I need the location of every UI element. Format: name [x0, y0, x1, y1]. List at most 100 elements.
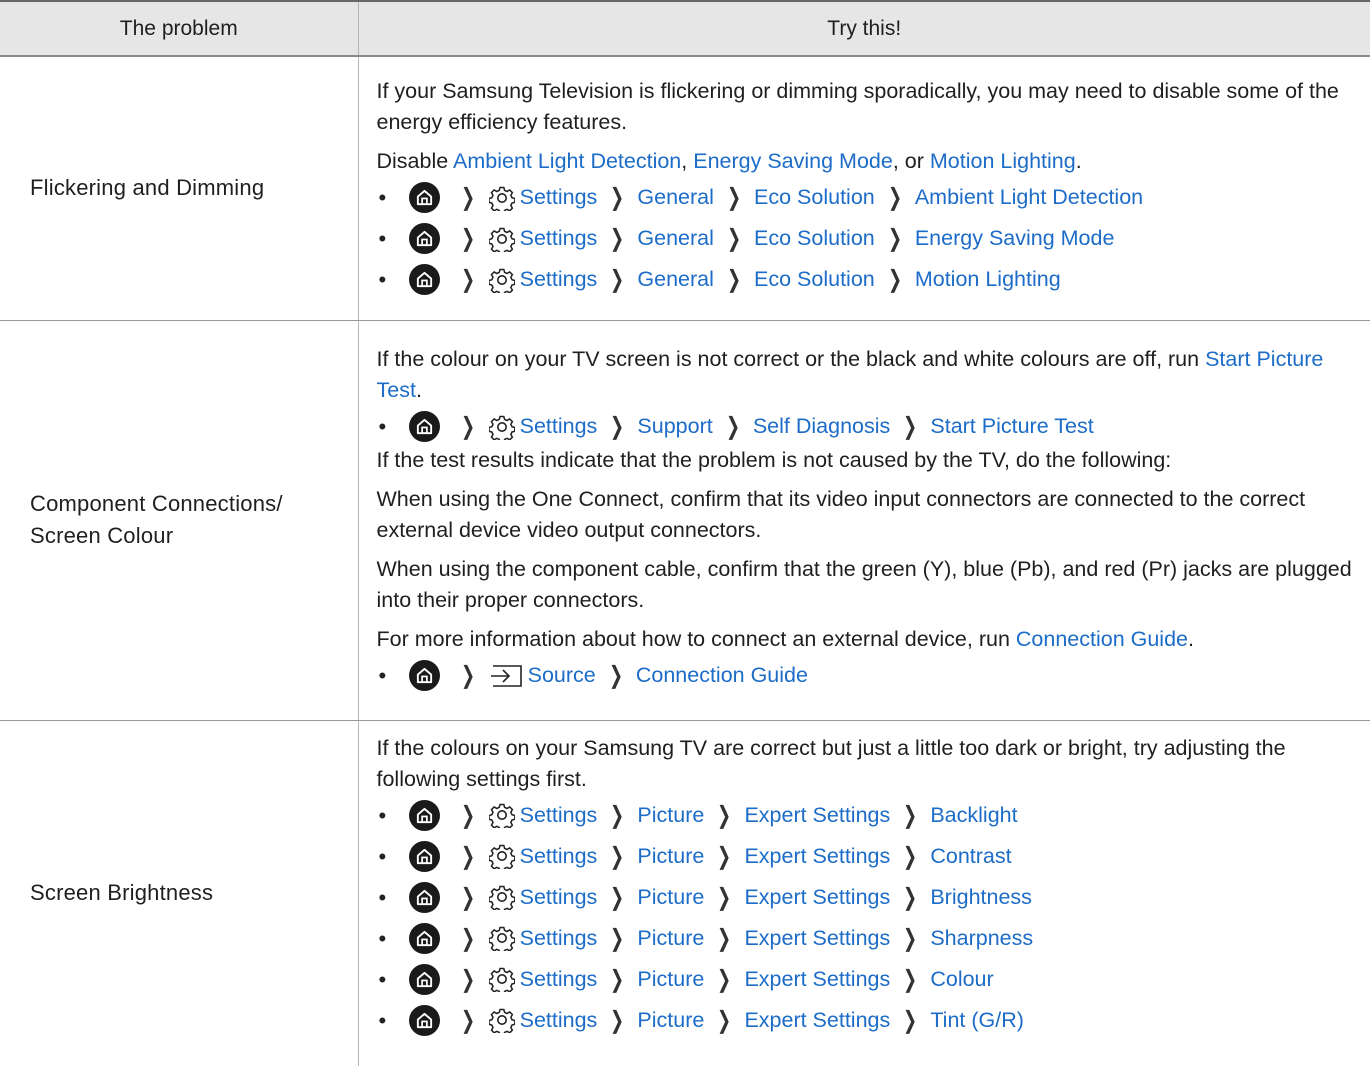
menu-path-item[interactable]: Eco Solution — [754, 223, 875, 254]
connection-guide-link[interactable]: Connection Guide — [1016, 627, 1188, 651]
home-icon — [408, 963, 440, 995]
energy-saving-mode-link[interactable]: Energy Saving Mode — [693, 149, 893, 173]
menu-path-item[interactable]: Settings — [520, 964, 598, 995]
menu-path-item[interactable]: Expert Settings — [744, 923, 890, 954]
menu-path-item[interactable]: Settings — [520, 182, 598, 213]
menu-path-item[interactable]: Sharpness — [930, 923, 1033, 954]
menu-path-item[interactable]: Expert Settings — [744, 882, 890, 913]
problem-text: Component Connections/ — [30, 491, 283, 516]
source-icon — [488, 662, 524, 690]
bullet-icon: • — [378, 966, 387, 992]
bullet-icon: • — [378, 185, 387, 211]
menu-path: • ❯ Settings ❯ Support ❯ Self Diagnosis ❯ Start … — [377, 406, 1357, 447]
menu-path-item[interactable]: Settings — [520, 264, 598, 295]
menu-path-item[interactable]: Expert Settings — [744, 841, 890, 872]
solution-cell: If the colour on your TV screen is not c… — [358, 320, 1370, 721]
menu-path-item[interactable]: Settings — [520, 800, 598, 831]
menu-path-item[interactable]: Support — [637, 411, 712, 442]
menu-path-item[interactable]: Settings — [520, 223, 598, 254]
menu-path-item[interactable]: General — [637, 182, 714, 213]
chevron-right-icon: ❯ — [460, 923, 475, 952]
menu-path-item[interactable]: Expert Settings — [744, 1005, 890, 1036]
chevron-right-icon: ❯ — [460, 183, 475, 212]
chevron-right-icon: ❯ — [717, 1005, 732, 1034]
motion-lighting-link[interactable]: Motion Lighting — [930, 149, 1076, 173]
menu-path-item[interactable]: Colour — [930, 964, 993, 995]
menu-path-item[interactable]: Picture — [637, 841, 704, 872]
menu-path-item[interactable]: Backlight — [930, 800, 1017, 831]
chevron-right-icon: ❯ — [460, 1005, 475, 1034]
menu-path-item[interactable]: Picture — [637, 800, 704, 831]
menu-path-item[interactable]: Motion Lighting — [915, 264, 1061, 295]
menu-path-item[interactable]: General — [637, 264, 714, 295]
paragraph: If the colours on your Samsung TV are co… — [376, 735, 1286, 791]
menu-path-item[interactable]: Settings — [520, 411, 598, 442]
menu-path-item[interactable]: Source — [528, 660, 596, 691]
chevron-right-icon: ❯ — [460, 882, 475, 911]
solution-cell: If your Samsung Television is flickering… — [358, 56, 1370, 321]
chevron-right-icon: ❯ — [717, 882, 732, 911]
text: Disable — [376, 149, 453, 174]
menu-path-item[interactable]: Settings — [520, 841, 598, 872]
column-header-try-this: Try this! — [358, 0, 1370, 57]
chevron-right-icon: ❯ — [903, 412, 918, 440]
menu-path-item[interactable]: Contrast — [930, 841, 1011, 872]
menu-path-item[interactable]: Energy Saving Mode — [915, 223, 1115, 254]
chevron-right-icon: ❯ — [610, 265, 625, 294]
menu-path-item[interactable]: Start Picture Test — [930, 411, 1093, 442]
chevron-right-icon: ❯ — [887, 265, 902, 294]
menu-path-item[interactable]: Tint (G/R) — [930, 1005, 1024, 1036]
text: For more information about how to connec… — [376, 627, 1016, 651]
chevron-right-icon: ❯ — [460, 412, 475, 440]
home-icon — [408, 881, 440, 913]
chevron-right-icon: ❯ — [610, 1005, 625, 1034]
chevron-right-icon: ❯ — [460, 964, 475, 993]
home-icon — [408, 660, 440, 691]
menu-path-item[interactable]: Eco Solution — [754, 182, 875, 213]
gear-icon — [488, 1006, 516, 1034]
menu-path-item[interactable]: Settings — [520, 1005, 598, 1036]
gear-icon — [488, 184, 516, 212]
home-icon — [408, 182, 440, 214]
menu-path-list: • ❯ Source ❯ Connection Guide — [377, 655, 1357, 696]
menu-path: • ❯ Settings ❯ Picture ❯ Expert Settings ❯ Sharp… — [377, 918, 1357, 959]
troubleshooting-table: The problem Try this! Flickering and Dim… — [0, 0, 1370, 1066]
home-icon — [408, 922, 440, 954]
menu-path-item[interactable]: Picture — [637, 923, 704, 954]
menu-path-item[interactable]: Expert Settings — [744, 800, 890, 831]
menu-path: • ❯ Settings ❯ Picture ❯ Expert Settings ❯ Colou… — [377, 959, 1357, 1000]
paragraph: If the colour on your TV screen is not c… — [377, 344, 1357, 406]
chevron-right-icon: ❯ — [610, 882, 625, 911]
menu-path-item[interactable]: Settings — [520, 923, 598, 954]
menu-path: • ❯ Settings ❯ Picture ❯ Expert Settings ❯ Brigh… — [377, 877, 1357, 918]
table-row: Component Connections/ Screen Colour If … — [0, 320, 1370, 721]
menu-path-item[interactable]: Expert Settings — [744, 964, 890, 995]
chevron-right-icon: ❯ — [903, 800, 918, 829]
chevron-right-icon: ❯ — [903, 964, 918, 993]
chevron-right-icon: ❯ — [903, 923, 918, 952]
paragraph: When using the component cable, confirm … — [376, 557, 1352, 612]
home-icon — [408, 411, 440, 442]
solution-cell: If the colours on your Samsung TV are co… — [358, 720, 1370, 1066]
menu-path-item[interactable]: Self Diagnosis — [753, 411, 890, 442]
menu-path-item[interactable]: Eco Solution — [754, 264, 875, 295]
paragraph: If the test results indicate that the pr… — [376, 448, 1172, 472]
gear-icon — [488, 225, 516, 253]
bullet-icon: • — [378, 925, 387, 951]
menu-path-item[interactable]: Ambient Light Detection — [915, 182, 1143, 213]
ambient-light-detection-link[interactable]: Ambient Light Detection — [453, 149, 681, 173]
home-icon — [408, 264, 440, 296]
chevron-right-icon: ❯ — [610, 800, 625, 829]
menu-path-item[interactable]: General — [637, 223, 714, 254]
menu-path-item[interactable]: Settings — [520, 882, 598, 913]
menu-path-item[interactable]: Brightness — [930, 882, 1032, 913]
chevron-right-icon: ❯ — [610, 923, 625, 952]
home-icon — [408, 799, 440, 831]
chevron-right-icon: ❯ — [460, 265, 475, 294]
menu-path-item[interactable]: Picture — [637, 882, 704, 913]
text: , or — [892, 149, 930, 174]
menu-path-item[interactable]: Picture — [637, 1005, 704, 1036]
menu-path-item[interactable]: Picture — [637, 964, 704, 995]
chevron-right-icon: ❯ — [608, 661, 623, 689]
menu-path-item[interactable]: Connection Guide — [636, 660, 808, 691]
